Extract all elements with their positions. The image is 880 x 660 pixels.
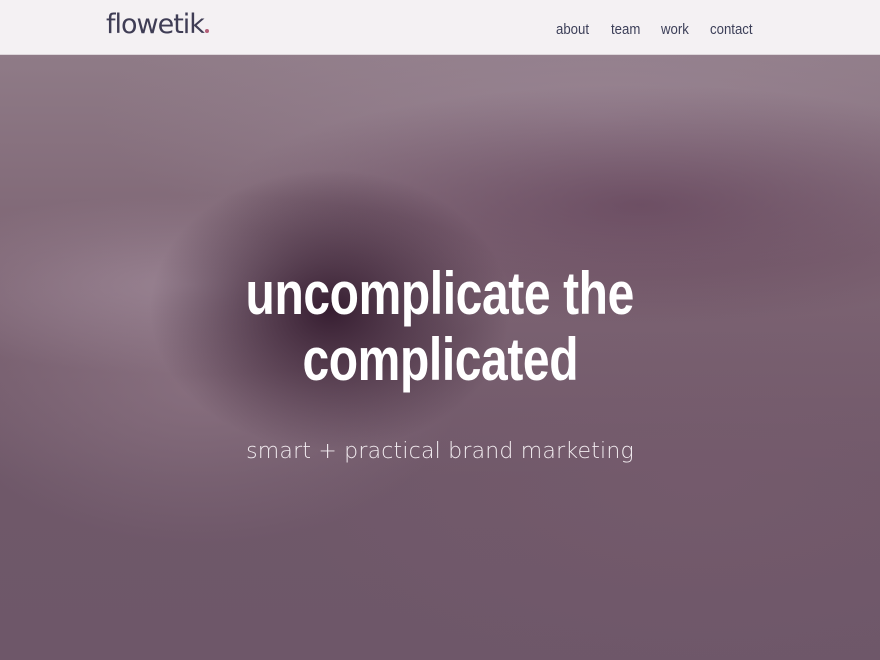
- nav-link-work[interactable]: work: [661, 18, 689, 42]
- hero-tagline: smart + practical brand marketing: [246, 439, 634, 464]
- logo-link[interactable]: flowetik: [106, 7, 209, 43]
- hero-headline-line-1: uncomplicate the: [245, 260, 635, 327]
- logo-accent-dot: [204, 29, 209, 33]
- nav-link-contact[interactable]: contact: [710, 18, 753, 42]
- hero-section: uncomplicate the complicated smart + pra…: [0, 55, 880, 660]
- main-nav: about team work contact: [556, 18, 758, 42]
- nav-link-team[interactable]: team: [611, 18, 640, 42]
- logo-text: flowetik: [106, 9, 205, 40]
- hero-headline-line-2: complicated: [302, 326, 578, 393]
- hero-headline: uncomplicate the complicated: [0, 261, 880, 393]
- nav-link-about[interactable]: about: [556, 18, 589, 42]
- site-header: flowetik about team work contact: [0, 0, 880, 55]
- page: flowetik about team work contact uncompl…: [0, 0, 880, 660]
